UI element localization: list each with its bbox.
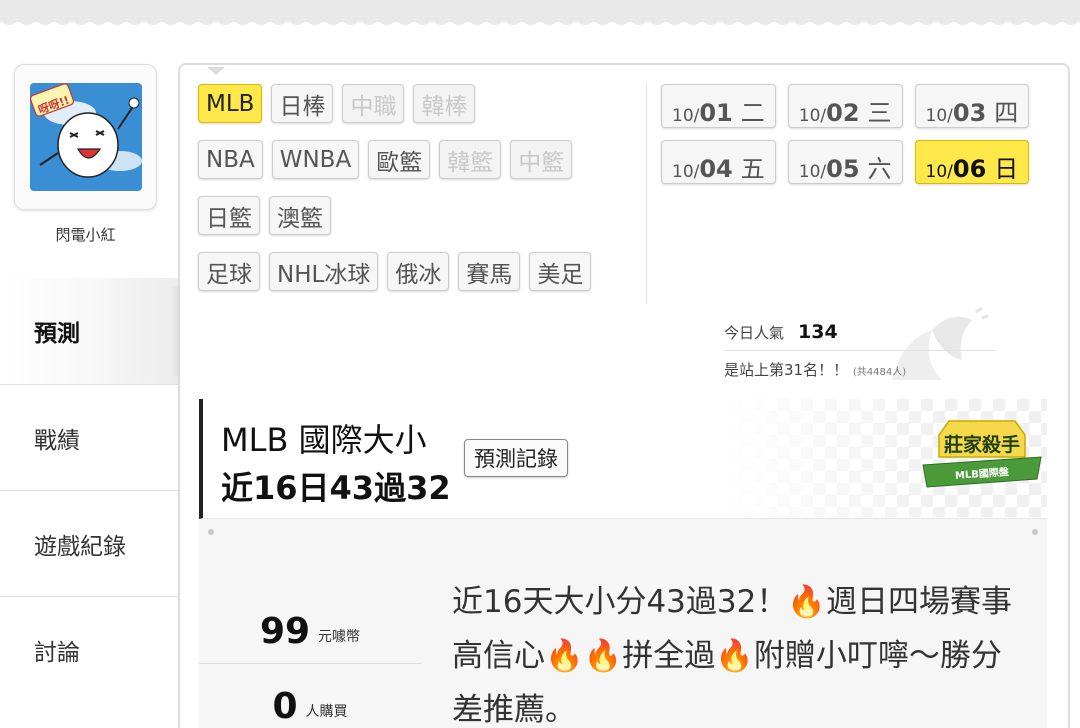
tag-japan-basketball[interactable]: 日籃 <box>198 196 260 235</box>
tag-american-football[interactable]: 美足 <box>529 252 592 291</box>
league-tag-row: 足球 NHL冰球 俄冰 賽馬 美足 <box>198 252 638 291</box>
rivet-decoration <box>1032 529 1038 535</box>
date-weekday: 三 <box>867 99 892 127</box>
panel-notch <box>207 67 225 75</box>
nav-item-discussion[interactable]: 討論 <box>0 596 178 702</box>
tag-wnba[interactable]: WNBA <box>271 140 360 179</box>
date-weekday: 四 <box>994 99 1019 127</box>
league-tag-row: NBA WNBA 歐籃 韓籃 中籃 <box>198 140 638 179</box>
price-block: 99 元噱幣 0 人購買 <box>199 599 421 728</box>
buyers-unit: 人購買 <box>305 704 348 720</box>
price-value: 99 <box>259 610 311 652</box>
league-tag-row: MLB 日棒 中職 韓棒 <box>198 84 638 123</box>
tag-kbo: 韓棒 <box>413 84 476 123</box>
divider <box>646 84 647 304</box>
date-day: 06 <box>952 155 987 183</box>
date-button-1002[interactable]: 10/02 三 <box>787 84 903 128</box>
tag-npb[interactable]: 日棒 <box>271 84 334 123</box>
price-unit: 元噱幣 <box>318 629 361 645</box>
date-month: 10/ <box>925 106 953 126</box>
tag-khl[interactable]: 俄冰 <box>387 252 450 291</box>
league-tag-row: 日籃 澳籃 <box>198 196 638 235</box>
nav-item-predict[interactable]: 預測 <box>0 278 178 384</box>
username[interactable]: 閃電小紅 <box>14 224 157 245</box>
tag-nba[interactable]: NBA <box>198 140 263 179</box>
tag-nhl[interactable]: NHL冰球 <box>269 252 379 291</box>
rank-line: 是站上第31名！！ (共4484人) <box>724 359 996 380</box>
fire-icon: 🔥 <box>583 638 623 674</box>
nav-item-label: 遊戲紀錄 <box>34 533 126 560</box>
tag-korea-basketball: 韓籃 <box>439 140 502 179</box>
top-decorative-band <box>0 0 1080 30</box>
popularity-line: 今日人氣 134 <box>724 316 996 348</box>
prediction-description: 近16天大小分43過32！🔥週日四場賽事高信心🔥🔥拼全過🔥附贈小叮嚀～勝分差推薦… <box>452 575 1012 728</box>
date-button-1001[interactable]: 10/01 二 <box>661 84 776 128</box>
date-weekday: 六 <box>867 155 892 183</box>
date-day: 04 <box>699 155 733 183</box>
date-button-1004[interactable]: 10/04 五 <box>661 140 776 184</box>
date-month: 10/ <box>798 162 827 182</box>
prediction-header: MLB 國際大小 近16日43過32 預測記錄 莊家殺手 MLB國際盤 <box>199 399 1047 519</box>
scallop-edge <box>0 20 1080 30</box>
date-button-1005[interactable]: 10/05 六 <box>787 140 903 184</box>
league-tags: MLB 日棒 中職 韓棒 NBA WNBA 歐籃 韓籃 中籃 日籃 澳籃 足球 … <box>198 84 638 308</box>
nav-item-label: 預測 <box>34 321 80 347</box>
prediction-body: 99 元噱幣 0 人購買 近16天大小分43過32！🔥週日四場賽事高信心🔥🔥拼全… <box>199 519 1047 728</box>
date-selector: 10/01 二 10/02 三 10/03 四 10/04 五 10/05 六 10/06… <box>661 84 1061 196</box>
popularity-label: 今日人氣 <box>724 323 785 342</box>
date-row: 10/04 五 10/05 六 10/06 日 <box>661 140 1061 184</box>
nav-item-game-history[interactable]: 遊戲紀錄 <box>0 490 178 596</box>
sidebar-nav: 預測 戰績 遊戲紀錄 討論 <box>0 278 178 702</box>
buyers-value: 0 <box>272 685 298 727</box>
date-day: 05 <box>826 155 860 183</box>
fire-icon: 🔥 <box>715 638 754 674</box>
rivet-decoration <box>208 529 214 535</box>
tag-soccer[interactable]: 足球 <box>198 252 260 291</box>
tag-horse-racing[interactable]: 賽馬 <box>458 252 521 291</box>
tag-australia-basketball[interactable]: 澳籃 <box>269 196 331 235</box>
date-day: 01 <box>699 99 733 127</box>
tag-cpbl: 中職 <box>342 84 405 123</box>
date-day: 03 <box>952 99 987 127</box>
date-day: 02 <box>826 99 860 127</box>
nav-item-label: 討論 <box>34 639 80 666</box>
price-separator <box>199 663 421 664</box>
nav-item-record[interactable]: 戰績 <box>0 384 178 490</box>
fire-icon: 🔥 <box>545 638 584 674</box>
prediction-title: MLB 國際大小 <box>221 421 427 459</box>
date-row: 10/01 二 10/02 三 10/03 四 <box>661 84 1061 128</box>
rank-total: (共4484人) <box>852 367 907 378</box>
prediction-record-summary: 近16日43過32 <box>221 469 451 507</box>
date-month: 10/ <box>925 162 953 182</box>
rank-text: 是站上第31名！！ <box>724 361 849 379</box>
tag-mlb[interactable]: MLB <box>198 84 263 123</box>
bookmaker-killer-badge: 莊家殺手 MLB國際盤 <box>922 420 1042 488</box>
buyers-row: 0 人購買 <box>199 674 421 728</box>
popularity-box: 今日人氣 134 是站上第31名！！ (共4484人) <box>724 316 996 380</box>
date-weekday: 日 <box>994 155 1019 183</box>
nav-item-label: 戰績 <box>34 427 80 454</box>
date-month: 10/ <box>798 106 827 126</box>
date-weekday: 五 <box>740 155 765 183</box>
desc-text: 近16天大小分43過32！ <box>452 584 788 620</box>
date-button-1003[interactable]: 10/03 四 <box>914 84 1030 128</box>
tag-china-basketball: 中籃 <box>510 140 573 179</box>
date-weekday: 二 <box>740 99 765 127</box>
date-month: 10/ <box>672 162 700 182</box>
avatar[interactable]: 呀呀!! <box>14 64 157 210</box>
date-month: 10/ <box>672 106 700 126</box>
fire-icon: 🔥 <box>787 584 826 620</box>
prediction-history-button[interactable]: 預測記錄 <box>464 439 568 477</box>
badge-title: 莊家殺手 <box>944 433 1020 456</box>
popularity-separator <box>724 350 996 351</box>
avatar-cartoon-image: 呀呀!! <box>29 83 142 191</box>
price-row: 99 元噱幣 <box>199 599 421 663</box>
date-button-1006[interactable]: 10/06 日 <box>914 140 1030 184</box>
popularity-value: 134 <box>798 321 838 343</box>
tag-euro-basketball[interactable]: 歐籃 <box>368 140 431 179</box>
desc-text: 拼全過 <box>622 638 716 674</box>
